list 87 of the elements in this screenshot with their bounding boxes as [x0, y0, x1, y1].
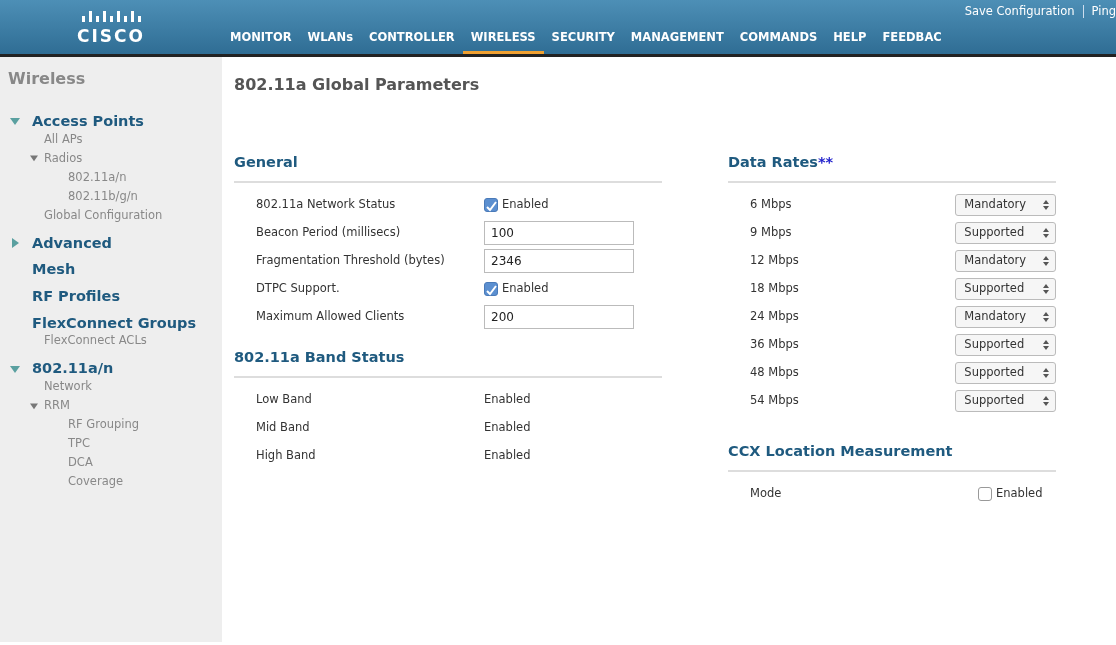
rate-dropdown[interactable]: Supported [955, 277, 1056, 300]
sidebar-group[interactable]: Access Points [32, 113, 144, 130]
checkbox[interactable] [484, 281, 498, 296]
sidebar-group[interactable]: RF Profiles [32, 288, 121, 305]
text-field[interactable]: 100 [484, 220, 634, 245]
nav-tab[interactable]: FEEDBAC [874, 20, 950, 54]
status-value: Enabled [484, 418, 531, 436]
rate-dropdown[interactable]: Supported [955, 361, 1056, 384]
rate-label: 36 Mbps [750, 337, 800, 352]
rate-label: 54 Mbps [750, 393, 800, 408]
sidebar-item[interactable]: Radios [44, 148, 83, 168]
section-heading: General [234, 154, 298, 170]
expanded-arrow-icon[interactable] [30, 401, 38, 410]
status-value: Enabled [484, 390, 531, 408]
stepper-icon [1043, 311, 1049, 322]
sidebar-group[interactable]: FlexConnect Groups [32, 314, 197, 332]
rate-label: 12 Mbps [750, 253, 800, 268]
rate-label: 24 Mbps [750, 309, 800, 324]
checkbox-label: Enabled [502, 196, 549, 214]
section-heading: Data Rates [728, 154, 818, 170]
sidebar-item[interactable]: DCA [68, 453, 93, 473]
rate-dropdown[interactable]: Supported [955, 221, 1056, 244]
footnote-mark: ** [817, 154, 834, 170]
save-configuration-link[interactable]: Save Configuration [964, 3, 1075, 21]
sidebar-group[interactable]: Advanced [32, 234, 112, 252]
field-label: Mode [750, 486, 783, 501]
collapsed-arrow-icon[interactable] [10, 238, 20, 248]
page-title: 802.11a Global Parameters [234, 74, 481, 96]
stepper-icon [1043, 227, 1049, 238]
stepper-icon [1043, 283, 1049, 294]
sidebar-item[interactable]: TPC [68, 434, 90, 454]
field-label: Maximum Allowed Clients [256, 309, 406, 324]
nav-tab[interactable]: COMMANDS [731, 20, 826, 54]
nav-tab[interactable]: SECURITY [543, 20, 623, 54]
sidebar-item[interactable]: RF Grouping [68, 415, 140, 435]
field-label: High Band [256, 448, 317, 463]
stepper-icon [1043, 199, 1049, 210]
field-label: 802.11a Network Status [256, 197, 397, 212]
text-field[interactable]: 2346 [484, 248, 634, 273]
sidebar-item[interactable]: Network [44, 377, 93, 397]
rate-dropdown[interactable]: Mandatory [955, 249, 1056, 272]
stepper-icon [1043, 395, 1049, 406]
sidebar-item[interactable]: 802.11b/g/n [68, 186, 138, 206]
nav-tab[interactable]: MONITOR [222, 20, 300, 54]
sidebar-item[interactable]: All APs [44, 129, 83, 149]
rate-label: 9 Mbps [750, 225, 793, 240]
rate-dropdown[interactable]: Mandatory [955, 193, 1056, 216]
field-label: Mid Band [256, 420, 311, 435]
stepper-icon [1043, 339, 1049, 350]
rate-dropdown[interactable]: Supported [955, 389, 1056, 412]
field-label: DTPC Support. [256, 281, 341, 296]
checkbox-label: Enabled [502, 280, 549, 298]
nav-tab[interactable]: WLANs [299, 20, 361, 54]
nav-tab[interactable]: WIRELESS [462, 20, 544, 54]
sidebar-group[interactable]: 802.11a/n [32, 360, 114, 378]
sidebar-group[interactable]: Mesh [32, 261, 76, 278]
expanded-arrow-icon[interactable] [10, 363, 20, 374]
checkbox[interactable] [484, 197, 498, 212]
rate-dropdown[interactable]: Supported [955, 333, 1056, 356]
nav-tab[interactable]: MANAGEMENT [622, 20, 732, 54]
sidebar-item[interactable]: Coverage [68, 472, 124, 492]
field-label: Low Band [256, 392, 313, 407]
expanded-arrow-icon[interactable] [30, 154, 38, 163]
rate-label: 18 Mbps [750, 281, 800, 296]
checkbox-label: Enabled [996, 484, 1043, 502]
logo-text: CISCO [77, 28, 145, 45]
section-heading: 802.11a Band Status [234, 348, 405, 365]
rate-dropdown[interactable]: Mandatory [955, 305, 1056, 328]
status-value: Enabled [484, 446, 531, 464]
ping-link[interactable]: Ping [1091, 3, 1116, 21]
text-field[interactable]: 200 [484, 304, 634, 329]
sidebar-item[interactable]: RRM [44, 396, 70, 416]
checkbox[interactable] [978, 486, 992, 501]
nav-tab[interactable]: HELP [825, 20, 875, 54]
stepper-icon [1043, 367, 1049, 378]
stepper-icon [1043, 255, 1049, 266]
sidebar-item[interactable]: 802.11a/n [68, 167, 127, 187]
field-label: Beacon Period (millisecs) [256, 225, 402, 240]
section-heading: CCX Location Measurement [728, 442, 953, 459]
field-label: Fragmentation Threshold (bytes) [256, 253, 446, 268]
sidebar-item[interactable]: Global Configuration [44, 205, 163, 225]
sidebar-item[interactable]: FlexConnect ACLs [44, 331, 147, 351]
sidebar-title: Wireless [8, 68, 87, 90]
rate-label: 48 Mbps [750, 365, 800, 380]
expanded-arrow-icon[interactable] [10, 116, 20, 127]
nav-tab[interactable]: CONTROLLER [361, 20, 463, 54]
rate-label: 6 Mbps [750, 197, 793, 212]
